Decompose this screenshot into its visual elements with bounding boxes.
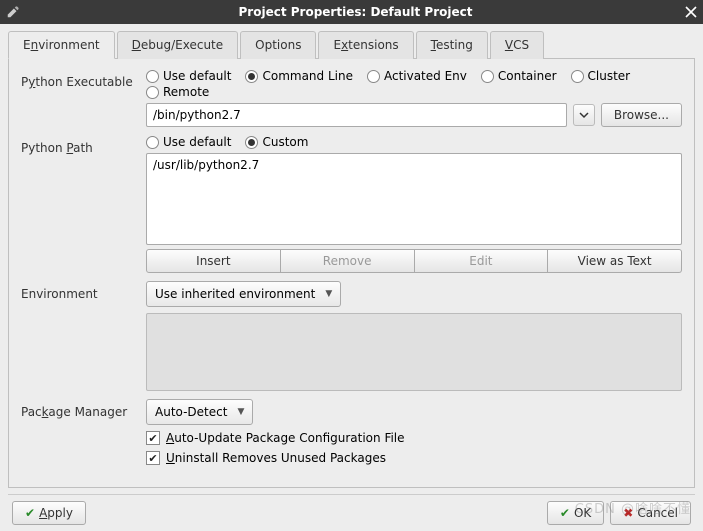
pencil-icon <box>6 5 20 19</box>
check-icon: ✔ <box>146 451 160 465</box>
ok-button[interactable]: ✔ OK <box>547 501 604 525</box>
package-manager-select[interactable]: Auto-Detect ▼ <box>146 399 253 425</box>
tab-bar: Environment Debug/Execute Options Extens… <box>8 30 695 59</box>
list-item[interactable]: /usr/lib/python2.7 <box>153 158 675 172</box>
window-title: Project Properties: Default Project <box>26 5 685 19</box>
package-manager-select-value: Auto-Detect <box>155 405 227 419</box>
row-python-path: Python Path Use default Custom /usr/lib/… <box>21 135 682 273</box>
dialog-footer: ✔ Apply ✔ OK ✖ Cancel <box>8 494 695 525</box>
input-python-executable[interactable] <box>146 103 567 127</box>
environment-vars-box[interactable] <box>146 313 682 391</box>
cancel-icon: ✖ <box>623 506 633 520</box>
tab-testing[interactable]: Testing <box>416 31 488 59</box>
radio-exec-cluster[interactable]: Cluster <box>571 69 631 83</box>
radio-exec-activated-env[interactable]: Activated Env <box>367 69 467 83</box>
checkbox-auto-update[interactable]: ✔ Auto-Update Package Configuration File <box>146 431 682 445</box>
radio-path-custom[interactable]: Custom <box>245 135 308 149</box>
radio-exec-command-line[interactable]: Command Line <box>245 69 353 83</box>
label-package-manager: Package Manager <box>21 399 146 419</box>
chevron-down-icon <box>579 110 589 120</box>
check-icon: ✔ <box>146 431 160 445</box>
tab-extensions[interactable]: Extensions <box>318 31 413 59</box>
label-environment: Environment <box>21 281 146 301</box>
tab-content: Python Executable Use default Command Li… <box>8 59 695 488</box>
cancel-button[interactable]: ✖ Cancel <box>610 501 691 525</box>
checkbox-uninstall-unused[interactable]: ✔ Uninstall Removes Unused Packages <box>146 451 682 465</box>
python-path-list[interactable]: /usr/lib/python2.7 <box>146 153 682 245</box>
insert-button[interactable]: Insert <box>146 249 281 273</box>
radio-exec-use-default[interactable]: Use default <box>146 69 231 83</box>
environment-select[interactable]: Use inherited environment ▼ <box>146 281 341 307</box>
check-icon: ✔ <box>25 506 35 520</box>
caret-down-icon: ▼ <box>325 289 332 299</box>
caret-down-icon: ▼ <box>237 407 244 417</box>
titlebar: Project Properties: Default Project <box>0 0 703 24</box>
check-icon: ✔ <box>560 506 570 520</box>
row-package-manager: Package Manager Auto-Detect ▼ ✔ Auto-Upd… <box>21 399 682 465</box>
close-icon[interactable] <box>685 6 697 18</box>
dialog-body: Environment Debug/Execute Options Extens… <box>0 24 703 531</box>
row-environment: Environment Use inherited environment ▼ <box>21 281 682 391</box>
row-python-executable: Python Executable Use default Command Li… <box>21 69 682 127</box>
tab-vcs[interactable]: VCS <box>490 31 544 59</box>
label-python-executable: Python Executable <box>21 69 146 89</box>
view-as-text-button[interactable]: View as Text <box>548 249 682 273</box>
remove-button[interactable]: Remove <box>281 249 415 273</box>
radio-exec-remote[interactable]: Remote <box>146 85 209 99</box>
radio-exec-container[interactable]: Container <box>481 69 557 83</box>
tab-environment[interactable]: Environment <box>8 31 115 59</box>
radio-path-use-default[interactable]: Use default <box>146 135 231 149</box>
apply-button[interactable]: ✔ Apply <box>12 501 86 525</box>
exec-history-dropdown[interactable] <box>573 104 595 126</box>
label-python-path: Python Path <box>21 135 146 155</box>
browse-button[interactable]: Browse... <box>601 103 682 127</box>
environment-select-value: Use inherited environment <box>155 287 315 301</box>
tab-debug-execute[interactable]: Debug/Execute <box>117 31 239 59</box>
tab-options[interactable]: Options <box>240 31 316 59</box>
edit-button[interactable]: Edit <box>415 249 549 273</box>
